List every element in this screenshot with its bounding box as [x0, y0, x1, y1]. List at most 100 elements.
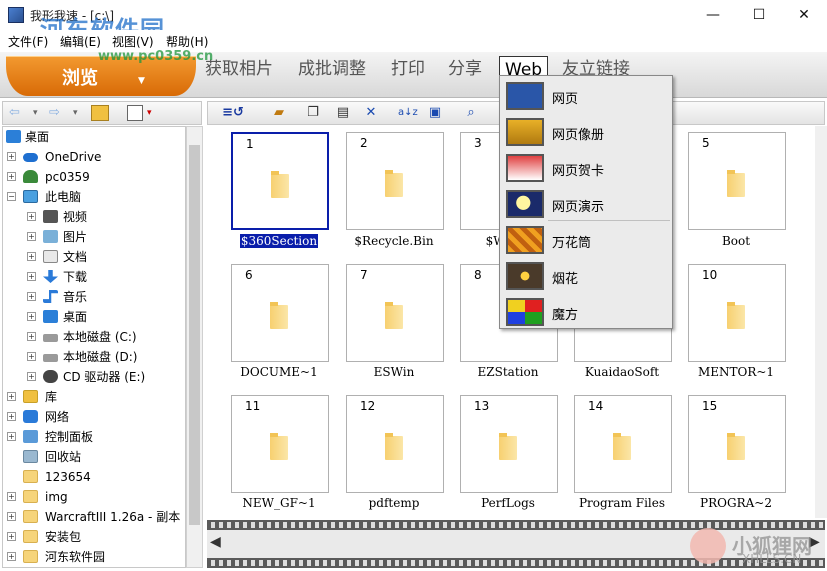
menu-item-rubiks-cube[interactable]: 魔方 — [500, 295, 672, 329]
menu-item-web-album[interactable]: 网页像册 — [500, 115, 672, 149]
thumbnail-item[interactable]: 1 — [231, 132, 329, 230]
scrollbar-thumb[interactable] — [189, 145, 200, 525]
tab-share[interactable]: 分享 — [443, 56, 487, 82]
expand-icon[interactable]: + — [27, 292, 36, 301]
expand-icon[interactable]: + — [27, 352, 36, 361]
scroll-left-icon[interactable]: ◀ — [210, 534, 221, 550]
thumbnail-label[interactable]: $Recycle.Bin — [337, 234, 451, 248]
expand-icon[interactable]: + — [7, 432, 16, 441]
expand-icon[interactable]: + — [7, 532, 16, 541]
maximize-button[interactable]: ☐ — [736, 0, 782, 30]
menu-item-webpage[interactable]: 网页 — [500, 79, 672, 113]
tree-item[interactable]: 123654 — [3, 467, 185, 487]
expand-icon[interactable]: + — [7, 492, 16, 501]
expand-icon[interactable]: + — [27, 312, 36, 321]
menu-view[interactable]: 视图(V) — [112, 33, 154, 50]
back-icon[interactable]: ⇦ — [9, 105, 20, 121]
menu-file[interactable]: 文件(F) — [8, 33, 48, 50]
tree-item[interactable]: 回收站 — [3, 447, 185, 467]
expand-icon[interactable]: + — [27, 272, 36, 281]
tree-item[interactable]: + CD 驱动器 (E:) — [3, 367, 185, 387]
tree-item[interactable]: + 安装包 — [3, 527, 185, 547]
close-button[interactable]: ✕ — [781, 0, 827, 30]
tree-item[interactable]: + 河东软件园 — [3, 547, 185, 567]
chevron-down-icon[interactable]: ▾ — [33, 105, 38, 121]
open-folder-icon[interactable]: ▰ — [270, 105, 288, 121]
expand-icon[interactable]: + — [7, 552, 16, 561]
tree-scrollbar[interactable] — [186, 126, 203, 568]
expand-icon[interactable]: + — [7, 512, 16, 521]
tree-item[interactable]: + 视频 — [3, 207, 185, 227]
menu-item-fireworks[interactable]: 烟花 — [500, 259, 672, 293]
tree-item[interactable]: + 控制面板 — [3, 427, 185, 447]
expand-icon[interactable]: + — [27, 252, 36, 261]
delete-icon[interactable]: ✕ — [362, 105, 380, 121]
expand-icon[interactable]: + — [7, 412, 16, 421]
thumbnail-label[interactable]: EZStation — [451, 365, 565, 379]
thumbnail-label[interactable]: KuaidaoSoft — [565, 365, 679, 379]
expand-icon[interactable]: + — [27, 372, 36, 381]
expand-icon[interactable]: + — [27, 332, 36, 341]
chevron-down-icon[interactable]: ▾ — [147, 105, 152, 121]
tree-item[interactable]: + 图片 — [3, 227, 185, 247]
tree-item[interactable]: − 此电脑 — [3, 187, 185, 207]
menu-item-web-card[interactable]: 网页贺卡 — [500, 151, 672, 185]
preview-icon[interactable]: ⌕ — [462, 105, 480, 121]
tree-item[interactable]: + 本地磁盘 (C:) — [3, 327, 185, 347]
view-mode-icon[interactable] — [127, 105, 143, 121]
tree-item[interactable]: + 文档 — [3, 247, 185, 267]
paste-icon[interactable]: ▤ — [334, 105, 352, 121]
minimize-button[interactable]: — — [690, 0, 736, 30]
tree-item[interactable]: 桌面 — [3, 127, 185, 147]
tab-batch[interactable]: 成批调整 — [293, 56, 371, 82]
tab-print[interactable]: 打印 — [386, 56, 430, 82]
thumbnail-label[interactable]: PROGRA~2 — [679, 496, 793, 510]
thumbnail-label[interactable]: ESWin — [337, 365, 451, 379]
thumbnail-item[interactable]: 13 — [460, 395, 558, 493]
menu-item-web-slideshow[interactable]: 网页演示 — [500, 187, 672, 221]
tree-item[interactable]: + img — [3, 487, 185, 507]
expand-icon[interactable]: + — [7, 152, 16, 161]
folder-up-icon[interactable] — [91, 105, 109, 121]
thumbnail-label[interactable]: MENTOR~1 — [679, 365, 793, 379]
tree-item[interactable]: + pc0359 — [3, 167, 185, 187]
thumbnail-item[interactable]: 6 — [231, 264, 329, 362]
expand-icon[interactable]: + — [27, 232, 36, 241]
thumbnail-item[interactable]: 15 — [688, 395, 786, 493]
thumbnail-label[interactable]: Program Files — [565, 496, 679, 510]
expand-icon[interactable]: + — [7, 392, 16, 401]
tree-item[interactable]: + 网络 — [3, 407, 185, 427]
tree-item[interactable]: + 本地磁盘 (D:) — [3, 347, 185, 367]
properties-icon[interactable]: ▣ — [426, 105, 444, 121]
tree-item[interactable]: + OneDrive — [3, 147, 185, 167]
tree-item[interactable]: + 桌面 — [3, 307, 185, 327]
thumbnail-label[interactable]: DOCUME~1 — [222, 365, 336, 379]
menu-item-kaleidoscope[interactable]: 万花筒 — [500, 223, 672, 257]
thumbnail-item[interactable]: 10 — [688, 264, 786, 362]
grid-scrollbar[interactable] — [815, 126, 827, 518]
thumbnail-item[interactable]: 7 — [346, 264, 444, 362]
thumbnail-item[interactable]: 2 — [346, 132, 444, 230]
thumbnail-label[interactable]: PerfLogs — [451, 496, 565, 510]
thumbnail-item[interactable]: 14 — [574, 395, 672, 493]
tree-item[interactable]: + WarcraftIII 1.26a - 副本 — [3, 507, 185, 527]
thumbnail-item[interactable]: 5 — [688, 132, 786, 230]
menu-edit[interactable]: 编辑(E) — [60, 33, 101, 50]
thumbnail-label[interactable]: pdftemp — [337, 496, 451, 510]
menu-help[interactable]: 帮助(H) — [166, 33, 208, 50]
thumbnail-item[interactable]: 11 — [231, 395, 329, 493]
expand-icon[interactable]: + — [27, 212, 36, 221]
forward-icon[interactable]: ⇨ — [49, 105, 60, 121]
refresh-icon[interactable]: ≡↺ — [212, 105, 254, 121]
thumbnail-label[interactable]: $360Section — [222, 234, 336, 248]
thumbnail-item[interactable]: 12 — [346, 395, 444, 493]
chevron-down-icon[interactable]: ▾ — [73, 105, 78, 121]
copy-icon[interactable]: ❐ — [304, 105, 322, 121]
tree-item[interactable]: + 库 — [3, 387, 185, 407]
thumbnail-label[interactable]: Boot — [679, 234, 793, 248]
thumbnail-label[interactable]: NEW_GF~1 — [222, 496, 336, 510]
expand-icon[interactable]: + — [7, 172, 16, 181]
tree-item[interactable]: + 下载 — [3, 267, 185, 287]
tree-item[interactable]: + 音乐 — [3, 287, 185, 307]
collapse-icon[interactable]: − — [7, 192, 16, 201]
